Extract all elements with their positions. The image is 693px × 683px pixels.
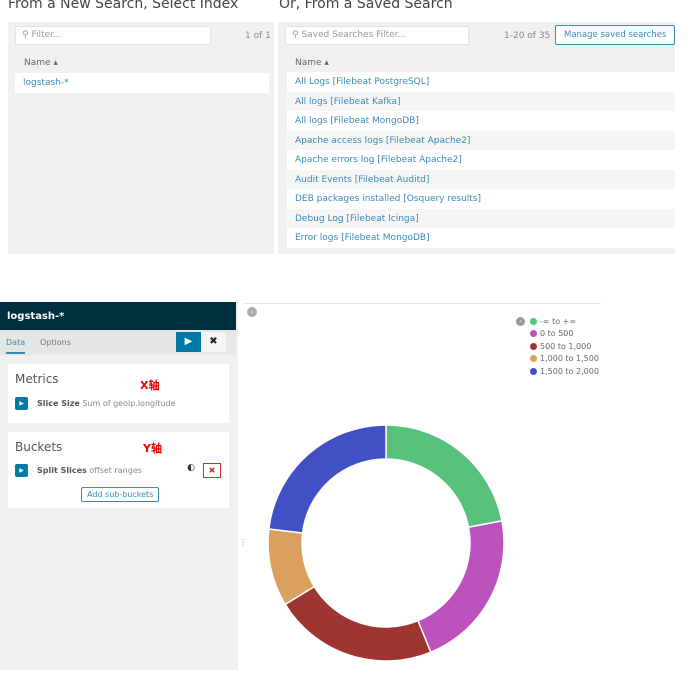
toggle-icon[interactable]: ◐: [182, 463, 200, 477]
editor-sidebar: logstash-* Data Options ▶ ✖ Metrics X轴 ▶…: [0, 302, 238, 670]
saved-search-list: All Logs [Filebeat PostgreSQL] All logs […: [287, 72, 675, 248]
manage-saved-searches-button[interactable]: Manage saved searches: [555, 25, 676, 45]
expand-bucket-button[interactable]: ▶: [15, 464, 28, 477]
pie-chart: [267, 424, 505, 662]
legend-dot: [530, 317, 537, 325]
saved-search-item[interactable]: Debug Log [Filebeat Icinga]: [287, 208, 675, 228]
expand-metric-button[interactable]: ▶: [15, 397, 28, 410]
legend-label: 0 to 500: [540, 329, 574, 339]
saved-name-header[interactable]: Name ▴: [295, 58, 329, 68]
apply-button[interactable]: ▶: [176, 332, 201, 352]
legend-item[interactable]: -∞ to +∞: [530, 315, 599, 328]
play-icon: ▶: [184, 336, 193, 347]
pie-slice[interactable]: [284, 585, 432, 662]
legend-label: -∞ to +∞: [540, 316, 577, 326]
saved-search-item[interactable]: DEB packages installed [Osquery results]: [287, 189, 675, 209]
discard-button[interactable]: ✖: [201, 332, 226, 352]
legend-label: 1,500 to 2,000: [540, 366, 599, 376]
legend-item[interactable]: 0 to 500: [530, 328, 599, 341]
saved-search-item[interactable]: All logs [Filebeat Kafka]: [287, 91, 675, 111]
buckets-card: Buckets Y轴 ▶ Split Slices offset ranges …: [8, 432, 229, 508]
remove-bucket-button[interactable]: ✖: [203, 463, 221, 478]
saved-search-item[interactable]: All Logs [Filebeat PostgreSQL]: [287, 72, 675, 92]
index-count: 1 of 1: [245, 31, 271, 41]
metrics-card: Metrics X轴 ▶ Slice Size Sum of geoip.lon…: [8, 364, 229, 423]
pie-slice[interactable]: [385, 424, 503, 529]
metrics-title: Metrics: [15, 372, 59, 386]
legend-dot: [530, 367, 537, 375]
pie-slice[interactable]: [416, 520, 505, 654]
metrics-annotation: X轴: [140, 379, 160, 392]
legend-label: 1,000 to 1,500: [540, 354, 599, 364]
slice-size-agg: Slice Size Sum of geoip.longitude: [37, 399, 176, 408]
legend-item[interactable]: 500 to 1,000: [530, 340, 599, 353]
legend-dot: [530, 342, 537, 350]
saved-filter-input[interactable]: ⚲ Saved Searches Filter...: [285, 26, 469, 45]
index-filter-input[interactable]: ⚲ Filter...: [15, 26, 211, 45]
saved-search-item[interactable]: Audit Events [Filebeat Auditd]: [287, 169, 675, 189]
saved-search-item[interactable]: Apache errors log [Filebeat Apache2]: [287, 150, 675, 170]
saved-search-item[interactable]: Error logs [Filebeat MongoDB]: [287, 228, 675, 248]
index-section-title: From a New Search, Select Index: [8, 0, 239, 12]
buckets-title: Buckets: [15, 440, 63, 454]
legend-toggle-icon[interactable]: ›: [516, 317, 525, 326]
tab-options[interactable]: Options: [40, 338, 71, 347]
saved-panel: ⚲ Saved Searches Filter... 1-20 of 35 Ma…: [278, 22, 676, 254]
index-item[interactable]: logstash-*: [15, 73, 269, 93]
chart-legend: -∞ to +∞ 0 to 500 500 to 1,000 1,000 to 1,5…: [516, 315, 599, 378]
legend-dot: [530, 330, 537, 338]
saved-section-title: Or, From a Saved Search: [279, 0, 453, 12]
collapse-sidebar-icon[interactable]: ‹: [247, 307, 257, 317]
saved-search-item[interactable]: All logs [Filebeat MongoDB]: [287, 111, 675, 131]
legend-item[interactable]: 1,500 to 2,000: [530, 365, 599, 378]
index-name-header[interactable]: Name ▴: [24, 58, 58, 68]
buckets-annotation: Y轴: [143, 442, 162, 455]
split-slices-agg: Split Slices offset ranges: [37, 466, 142, 475]
index-panel: ⚲ Filter... 1 of 1 Name ▴ logstash-*: [8, 22, 274, 254]
legend-dot: [530, 355, 537, 363]
index-name: logstash-*: [0, 302, 236, 330]
saved-count: 1-20 of 35: [504, 31, 551, 41]
legend-item[interactable]: 1,000 to 1,500: [530, 353, 599, 366]
tab-data[interactable]: Data: [6, 338, 26, 354]
saved-search-item[interactable]: Apache access logs [Filebeat Apache2]: [287, 130, 675, 150]
legend-label: 500 to 1,000: [540, 341, 592, 351]
pie-slice[interactable]: [268, 424, 387, 534]
close-icon: ✖: [209, 336, 218, 347]
add-sub-buckets-button[interactable]: Add sub-buckets: [81, 487, 160, 502]
